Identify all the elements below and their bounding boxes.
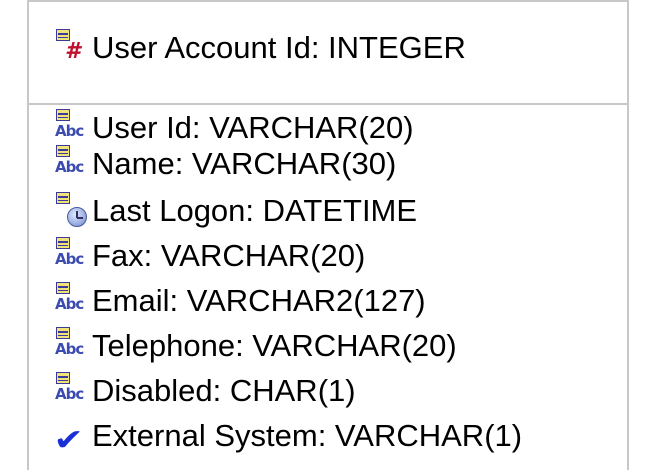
attribute-label: External System: VARCHAR(1): [92, 418, 523, 453]
attribute-row[interactable]: Last Logon: DATETIME: [54, 191, 417, 231]
attribute-label: Fax: VARCHAR(20): [92, 238, 366, 273]
attribute-row[interactable]: ✔ External System: VARCHAR(1): [53, 416, 523, 458]
attribute-label: User Id: VARCHAR(20): [92, 110, 414, 145]
attribute-label: Telephone: VARCHAR(20): [92, 328, 457, 363]
attribute-label: Last Logon: DATETIME: [92, 193, 418, 228]
primary-key-label: User Account Id: INTEGER: [92, 30, 466, 65]
attribute-label: Disabled: CHAR(1): [92, 373, 356, 408]
attribute-row[interactable]: Abc Fax: VARCHAR(20): [54, 236, 365, 276]
string-column-icon: Abc: [54, 145, 90, 183]
primary-key-hash-icon: #: [54, 29, 90, 67]
checkmark-icon: ✔: [53, 423, 84, 458]
datetime-column-icon: [54, 192, 90, 230]
string-column-icon: Abc: [54, 237, 90, 275]
primary-key-section: # User Account Id: INTEGER: [29, 2, 627, 105]
attribute-label: Email: VARCHAR2(127): [92, 283, 426, 318]
attribute-row[interactable]: Abc Disabled: CHAR(1): [54, 371, 356, 411]
attribute-row[interactable]: Abc User Id: VARCHAR(20): [54, 108, 414, 148]
string-column-icon: Abc: [54, 372, 90, 410]
attribute-row[interactable]: Abc Email: VARCHAR2(127): [54, 281, 426, 321]
string-column-icon: Abc: [54, 327, 90, 365]
attribute-label: Name: VARCHAR(30): [92, 146, 397, 181]
primary-key-row[interactable]: # User Account Id: INTEGER: [54, 28, 466, 68]
attribute-row[interactable]: Abc Telephone: VARCHAR(20): [54, 326, 457, 366]
string-column-icon: Abc: [54, 282, 90, 320]
attribute-row[interactable]: Abc Name: VARCHAR(30): [54, 144, 396, 184]
string-column-icon: Abc: [54, 109, 90, 147]
entity-box[interactable]: # User Account Id: INTEGER Abc User Id: …: [27, 0, 629, 470]
